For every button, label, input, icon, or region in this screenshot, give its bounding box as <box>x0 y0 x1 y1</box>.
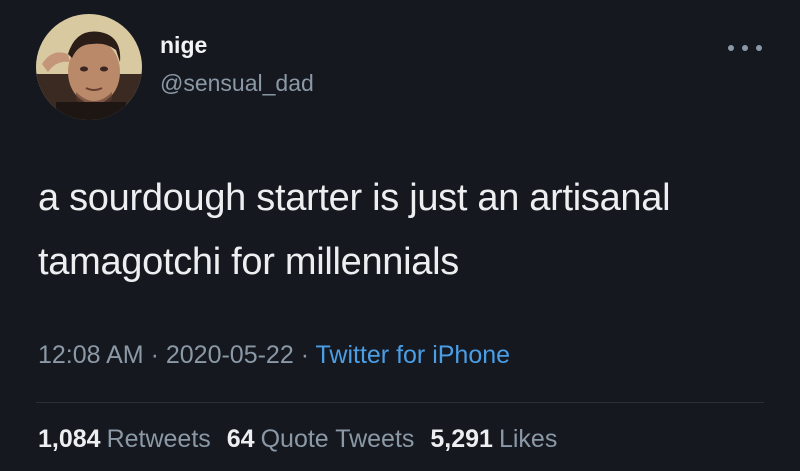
tweet-date[interactable]: 2020-05-22 <box>166 341 294 369</box>
more-options-icon[interactable] <box>728 40 762 56</box>
more-dot <box>742 45 748 51</box>
author-handle[interactable]: @sensual_dad <box>160 72 314 95</box>
tweet-text-line: a sourdough starter is just an artisanal <box>38 177 671 219</box>
divider <box>36 402 764 403</box>
avatar[interactable] <box>36 14 142 120</box>
retweets-label: Retweets <box>106 425 211 453</box>
likes-count: 5,291 <box>430 425 493 453</box>
profile-photo-icon <box>36 14 142 120</box>
tweet-source-link[interactable]: Twitter for iPhone <box>316 341 511 369</box>
tweet-card: nige @sensual_dad a sourdough starter is… <box>0 0 800 471</box>
tweet-text: a sourdough starter is just an artisanal… <box>38 166 778 294</box>
tweet-stats: 1,084 Retweets 64 Quote Tweets 5,291 Likes <box>38 424 573 454</box>
tweet-meta: 12:08 AM · 2020-05-22 · Twitter for iPho… <box>38 340 510 370</box>
quote-tweets-stat[interactable]: 64 Quote Tweets <box>227 425 415 453</box>
retweets-count: 1,084 <box>38 425 101 453</box>
meta-separator: · <box>143 341 166 369</box>
retweets-stat[interactable]: 1,084 Retweets <box>38 425 211 453</box>
likes-label: Likes <box>498 425 558 453</box>
likes-stat[interactable]: 5,291 Likes <box>430 425 557 453</box>
meta-separator: · <box>293 341 316 369</box>
more-dot <box>728 45 734 51</box>
quote-tweets-count: 64 <box>226 425 255 453</box>
quote-tweets-label: Quote Tweets <box>260 425 415 453</box>
tweet-time[interactable]: 12:08 AM <box>38 341 144 369</box>
author-display-name[interactable]: nige <box>160 34 207 57</box>
tweet-text-line: tamagotchi for millennials <box>38 241 459 283</box>
more-dot <box>756 45 762 51</box>
